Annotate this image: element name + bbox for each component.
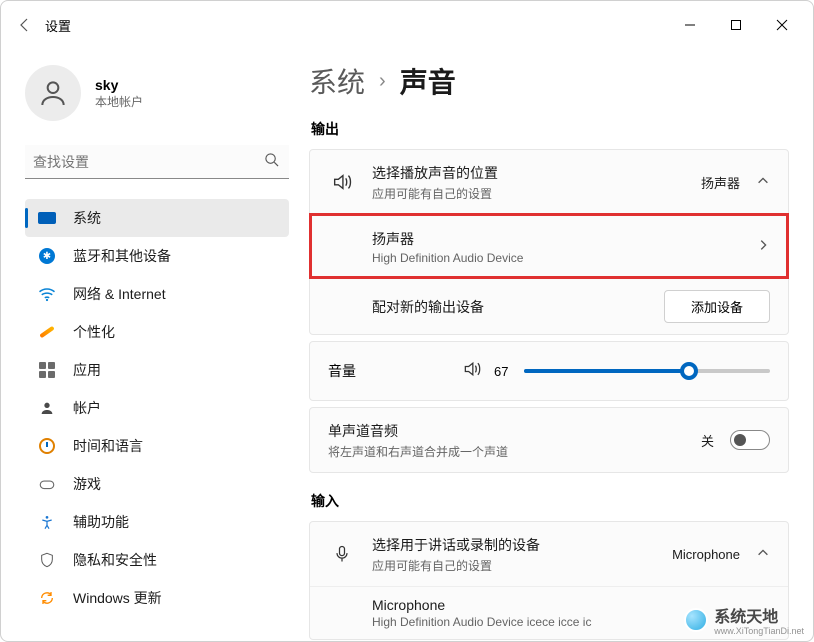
output-choose-row[interactable]: 选择播放声音的位置 应用可能有自己的设置 扬声器 xyxy=(310,150,788,214)
input-device-value: Microphone xyxy=(672,547,740,562)
watermark-icon xyxy=(684,608,708,632)
input-choose-row[interactable]: 选择用于讲话或录制的设备 应用可能有自己的设置 Microphone xyxy=(310,522,788,586)
nav-label: 应用 xyxy=(73,360,101,380)
back-button[interactable] xyxy=(9,9,41,41)
breadcrumb-current: 声音 xyxy=(400,61,456,101)
watermark-text: 系统天地 xyxy=(714,609,778,626)
chevron-up-icon xyxy=(756,546,770,563)
nav-accessibility[interactable]: 辅助功能 xyxy=(25,503,289,541)
chevron-up-icon xyxy=(756,174,770,191)
nav-label: 帐户 xyxy=(73,398,101,418)
row-subtitle: 应用可能有自己的设置 xyxy=(372,557,672,574)
nav-label: Windows 更新 xyxy=(73,588,162,608)
nav-privacy[interactable]: 隐私和安全性 xyxy=(25,541,289,579)
row-title: 扬声器 xyxy=(372,229,756,249)
nav-label: 网络 & Internet xyxy=(73,284,166,304)
nav-label: 蓝牙和其他设备 xyxy=(73,246,171,266)
search-input[interactable] xyxy=(25,145,289,179)
user-name: sky xyxy=(95,77,143,93)
nav-time[interactable]: 时间和语言 xyxy=(25,427,289,465)
nav-label: 辅助功能 xyxy=(73,512,129,532)
nav-bluetooth[interactable]: ✱ 蓝牙和其他设备 xyxy=(25,237,289,275)
add-device-button[interactable]: 添加设备 xyxy=(664,290,770,323)
nav-system[interactable]: 系统 xyxy=(25,199,289,237)
row-title: 单声道音频 xyxy=(328,421,701,441)
nav-update[interactable]: Windows 更新 xyxy=(25,579,289,617)
clock-icon xyxy=(37,436,57,456)
mono-audio-row[interactable]: 单声道音频 将左声道和右声道合并成一个声道 关 xyxy=(310,408,788,472)
row-title: 配对新的输出设备 xyxy=(372,297,664,317)
wifi-icon xyxy=(37,284,57,304)
search-icon xyxy=(264,152,279,172)
user-profile[interactable]: sky 本地帐户 xyxy=(25,65,289,121)
nav-game[interactable]: 游戏 xyxy=(25,465,289,503)
row-subtitle: High Definition Audio Device xyxy=(372,251,756,265)
row-subtitle: 将左声道和右声道合并成一个声道 xyxy=(328,443,701,460)
avatar xyxy=(25,65,81,121)
output-device-row[interactable]: 扬声器 High Definition Audio Device xyxy=(310,214,788,278)
mono-toggle-label: 关 xyxy=(701,431,714,450)
speaker-icon xyxy=(328,171,356,193)
accessibility-icon xyxy=(37,512,57,532)
volume-slider[interactable] xyxy=(524,361,770,381)
person-icon xyxy=(37,398,57,418)
apps-icon xyxy=(37,360,57,380)
pair-output-row: 配对新的输出设备 添加设备 xyxy=(310,278,788,334)
shield-icon xyxy=(37,550,57,570)
row-subtitle: 应用可能有自己的设置 xyxy=(372,185,701,202)
nav-label: 游戏 xyxy=(73,474,101,494)
maximize-button[interactable] xyxy=(713,9,759,41)
nav-label: 个性化 xyxy=(73,322,115,342)
brush-icon xyxy=(37,322,57,342)
breadcrumb-parent[interactable]: 系统 xyxy=(309,61,365,101)
section-output-title: 输出 xyxy=(311,119,789,139)
bluetooth-icon: ✱ xyxy=(37,246,57,266)
row-title: 选择播放声音的位置 xyxy=(372,163,701,183)
chevron-right-icon: › xyxy=(379,70,386,93)
minimize-button[interactable] xyxy=(667,9,713,41)
chevron-right-icon xyxy=(756,238,770,255)
row-title: 选择用于讲话或录制的设备 xyxy=(372,535,672,555)
close-button[interactable] xyxy=(759,9,805,41)
watermark-url: www.XiTongTianDi.net xyxy=(714,627,804,636)
nav-network[interactable]: 网络 & Internet xyxy=(25,275,289,313)
nav-personalize[interactable]: 个性化 xyxy=(25,313,289,351)
watermark: 系统天地 www.XiTongTianDi.net xyxy=(684,603,804,636)
volume-label: 音量 xyxy=(328,361,462,381)
user-type: 本地帐户 xyxy=(95,93,143,110)
display-icon xyxy=(37,208,57,228)
volume-row: 音量 67 xyxy=(310,342,788,400)
nav-label: 时间和语言 xyxy=(73,436,143,456)
mono-toggle[interactable] xyxy=(730,430,770,450)
speaker-icon[interactable] xyxy=(462,359,482,384)
nav-account[interactable]: 帐户 xyxy=(25,389,289,427)
gamepad-icon xyxy=(37,474,57,494)
nav-label: 隐私和安全性 xyxy=(73,550,157,570)
nav-label: 系统 xyxy=(73,208,101,228)
breadcrumb: 系统 › 声音 xyxy=(309,61,789,101)
section-input-title: 输入 xyxy=(311,491,789,511)
update-icon xyxy=(37,588,57,608)
app-title: 设置 xyxy=(45,16,71,35)
output-device-value: 扬声器 xyxy=(701,173,740,192)
microphone-icon xyxy=(328,544,356,564)
nav-apps[interactable]: 应用 xyxy=(25,351,289,389)
volume-value: 67 xyxy=(494,364,514,379)
